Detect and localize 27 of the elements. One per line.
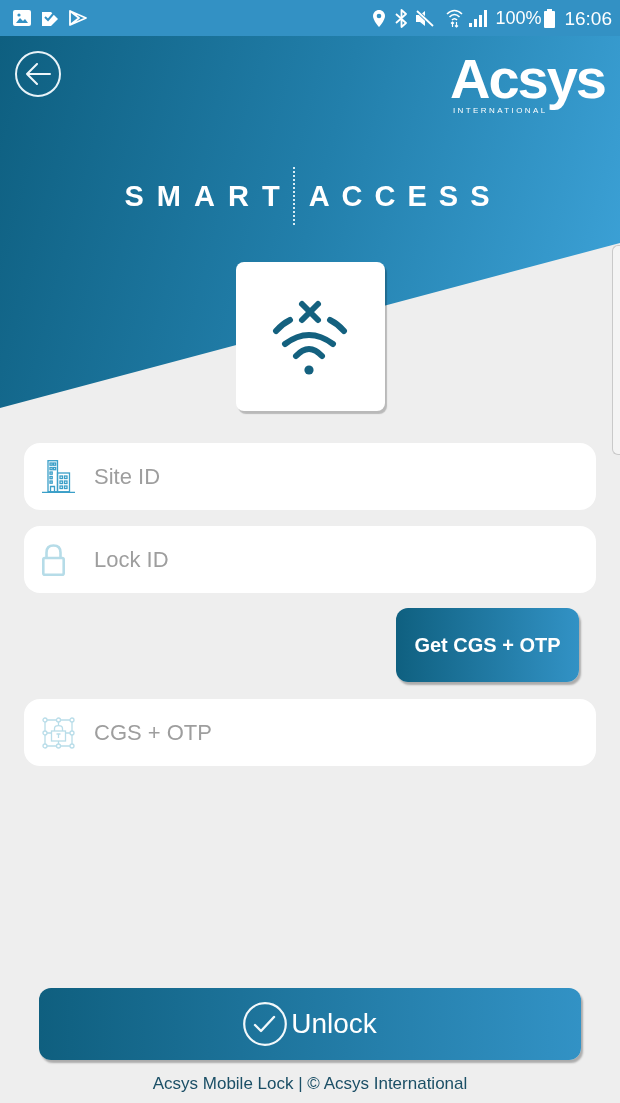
logo-tagline: INTERNATIONAL: [452, 107, 548, 116]
play-triangle-icon: [69, 10, 87, 26]
footer-text: Acsys Mobile Lock | © Acsys International: [152, 1073, 468, 1095]
unlock-button[interactable]: Unlock: [39, 988, 581, 1060]
lock-id-field[interactable]: Lock ID: [24, 526, 596, 593]
mute-icon: [415, 9, 435, 27]
check-circle-icon: [243, 1002, 288, 1046]
building-icon: [42, 460, 75, 493]
clock-time: 16:06: [564, 8, 612, 28]
lock-icon: [42, 543, 65, 576]
check-tag-icon: [42, 10, 58, 26]
edge-panel-handle[interactable]: [612, 245, 620, 455]
lock-nodes-icon: [42, 716, 75, 749]
battery-icon: [544, 8, 556, 28]
code-field[interactable]: CGS + OTP: [24, 699, 596, 766]
bluetooth-icon: [395, 8, 409, 28]
back-button[interactable]: [15, 51, 61, 97]
wifi-icon: [446, 8, 464, 28]
arrow-left-icon: [25, 63, 51, 85]
title-access: ACCESS: [308, 181, 502, 211]
signal-icon: [469, 9, 488, 27]
image-icon: [13, 10, 31, 26]
location-pin-icon: [373, 9, 386, 27]
battery-percent: 100%: [495, 9, 542, 27]
site-id-field[interactable]: Site ID: [24, 443, 596, 510]
get-code-button[interactable]: Get CGS + OTP: [396, 608, 579, 682]
title-smart: SMART: [124, 181, 293, 211]
